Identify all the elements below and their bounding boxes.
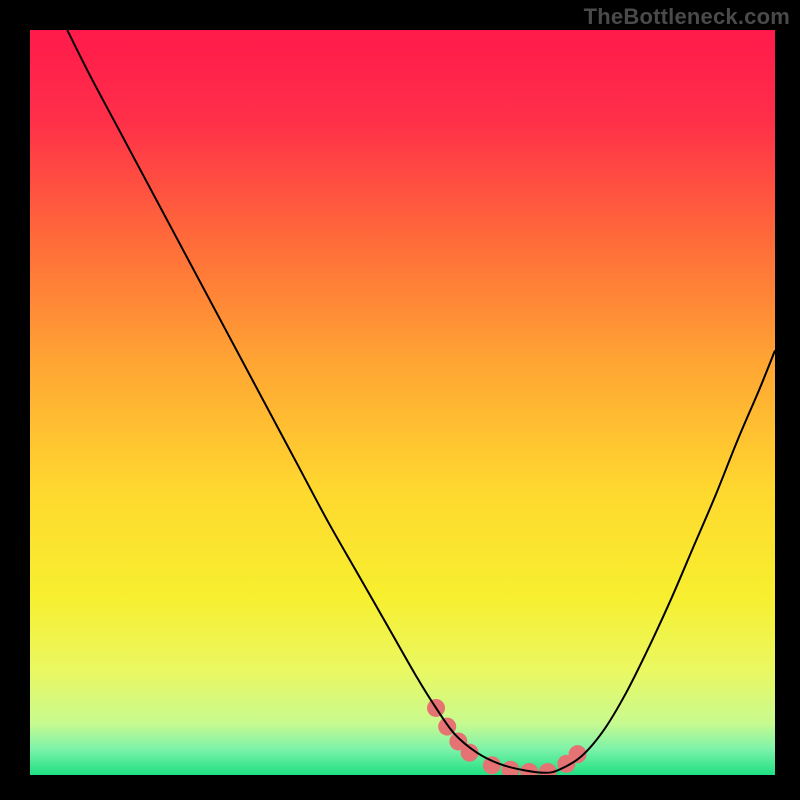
gradient-background <box>30 30 775 775</box>
bottleneck-chart <box>0 0 800 800</box>
chart-stage: TheBottleneck.com <box>0 0 800 800</box>
watermark-label: TheBottleneck.com <box>584 4 790 30</box>
highlight-dot <box>483 756 501 774</box>
